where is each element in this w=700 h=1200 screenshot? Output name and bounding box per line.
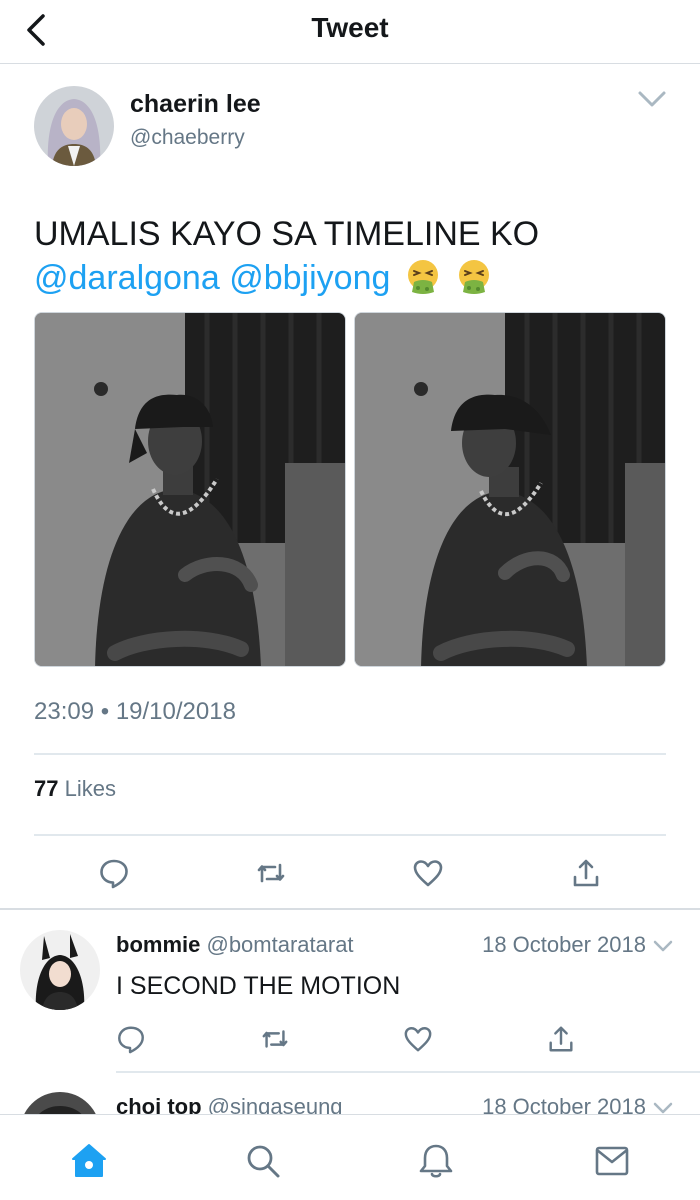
reply-name-text: bommie xyxy=(116,932,201,957)
likes-count: 77 xyxy=(34,776,59,801)
notifications-icon[interactable] xyxy=(416,1141,456,1181)
divider xyxy=(34,834,666,836)
tweet-media-image[interactable] xyxy=(34,312,346,667)
author-name[interactable]: chaerin lee xyxy=(130,90,261,119)
divider xyxy=(34,753,666,755)
tweet-time: 23:09 xyxy=(34,698,95,725)
nauseated-face-icon xyxy=(459,260,490,294)
reply-text: I SECOND THE MOTION xyxy=(116,972,401,1000)
meta-separator: • xyxy=(100,698,110,725)
share-icon[interactable] xyxy=(570,857,602,889)
mention-link[interactable]: @bbjiyong xyxy=(229,259,390,297)
nauseated-face-icon xyxy=(407,260,438,294)
retweet-icon[interactable] xyxy=(260,1024,290,1054)
reply-date: 18 October 2018 xyxy=(482,932,646,957)
chevron-down-icon[interactable] xyxy=(652,937,674,955)
search-icon[interactable] xyxy=(243,1141,283,1181)
author-handle[interactable]: @chaeberry xyxy=(130,126,245,150)
top-navigation-bar: Tweet xyxy=(0,0,700,64)
author-avatar[interactable] xyxy=(34,86,114,166)
chevron-down-icon[interactable] xyxy=(636,86,668,112)
retweet-icon[interactable] xyxy=(255,857,287,889)
tweet-media-image[interactable] xyxy=(354,312,666,667)
reply-avatar[interactable] xyxy=(20,930,100,1010)
reply-author-name[interactable]: bommie @bomtaratarat xyxy=(116,932,354,958)
like-icon[interactable] xyxy=(412,857,444,889)
home-icon[interactable] xyxy=(69,1141,109,1181)
tweet-text: UMALIS KAYO SA TIMELINE KO @daralgona @b… xyxy=(34,212,674,300)
likes-label: Likes xyxy=(64,776,116,801)
reply-icon[interactable] xyxy=(98,857,130,889)
mention-link[interactable]: @daralgona xyxy=(34,259,220,297)
likes-count-link[interactable]: 77 Likes xyxy=(34,776,116,802)
messages-icon[interactable] xyxy=(592,1141,632,1181)
reply-icon[interactable] xyxy=(116,1024,146,1054)
share-icon[interactable] xyxy=(546,1024,576,1054)
tweet-mentions-line: @daralgona @bbjiyong xyxy=(34,256,674,300)
divider xyxy=(0,908,700,910)
divider xyxy=(116,1071,700,1073)
tweet-timestamp: 23:09 • 19/10/2018 xyxy=(34,698,236,726)
bottom-tab-bar xyxy=(0,1114,700,1200)
page-title: Tweet xyxy=(311,12,389,43)
like-icon[interactable] xyxy=(403,1024,433,1054)
tweet-body: UMALIS KAYO SA TIMELINE KO xyxy=(34,215,540,253)
reply-author-handle: @bomtaratarat xyxy=(206,932,354,957)
tweet-date: 19/10/2018 xyxy=(115,698,236,725)
